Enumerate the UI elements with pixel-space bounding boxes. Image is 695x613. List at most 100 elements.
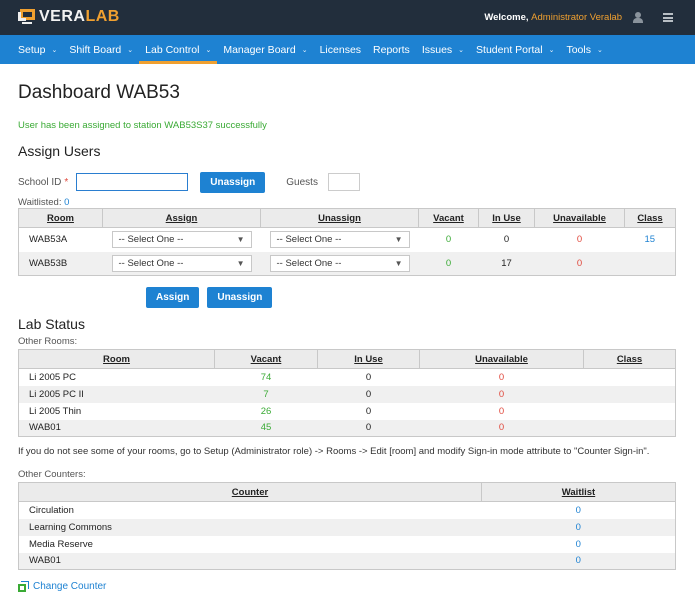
room-name: Li 2005 PC II (18, 385, 215, 403)
vacant-value[interactable]: 7 (214, 385, 318, 403)
assign-select[interactable]: -- Select One -- ▼ (111, 254, 252, 272)
in-use-value: 0 (503, 234, 510, 246)
top-bar: VERALAB Welcome, Administrator Veralab (0, 0, 695, 35)
col-waitlist[interactable]: Waitlist (481, 482, 676, 502)
vacant-value[interactable]: 45 (214, 419, 318, 437)
col-vacant[interactable]: Vacant (214, 349, 318, 369)
table-row: Li 2005 PC II 7 0 0 (18, 385, 676, 403)
table-row: WAB01 45 0 0 (18, 419, 676, 437)
unavailable-value[interactable]: 0 (419, 385, 584, 403)
dropdown-arrow-icon: ▼ (394, 235, 403, 245)
waitlist-value[interactable]: 0 (482, 536, 676, 553)
in-use-value: 0 (365, 405, 372, 417)
other-rooms-label: Other Rooms: (18, 336, 78, 347)
logo-text-lab: LAB (85, 8, 120, 25)
waitlist-value[interactable]: 0 (482, 502, 676, 519)
class-value (583, 385, 676, 403)
school-id-input[interactable] (76, 173, 189, 191)
chevron-down-icon: ⌄ (301, 46, 308, 54)
col-class[interactable]: Class (583, 349, 676, 369)
table-row: Li 2005 Thin 26 0 0 (19, 403, 676, 420)
col-counter[interactable]: Counter (18, 482, 482, 502)
other-rooms-table: Room Vacant In Use Unavailable Class Li … (18, 349, 676, 437)
in-use-value: 0 (365, 371, 372, 383)
waitlist-value[interactable]: 0 (481, 552, 676, 570)
assign-button[interactable]: Assign (146, 287, 200, 308)
page-title: Dashboard WAB53 (18, 82, 180, 103)
nav-student-portal[interactable]: Student Portal ⌄ (470, 35, 560, 64)
in-use-value: 17 (478, 251, 535, 276)
user-name-link[interactable]: Administrator Veralab (531, 12, 622, 23)
vacant-value[interactable]: 26 (215, 403, 318, 420)
counter-name: Circulation (29, 504, 74, 516)
chevron-down-icon: ⌄ (548, 46, 555, 54)
rooms-help-note: If you do not see some of your rooms, go… (18, 446, 650, 457)
col-assign[interactable]: Assign (102, 208, 261, 228)
veralab-logo[interactable]: VERALAB (18, 8, 120, 26)
vacant-value[interactable]: 74 (215, 369, 318, 386)
school-id-label: School ID * (18, 176, 69, 188)
other-counters-label: Other Counters: (18, 469, 86, 480)
waitlist-value[interactable]: 0 (481, 518, 676, 536)
waitlisted-value: 0 (64, 197, 70, 208)
nav-shift-board[interactable]: Shift Board ⌄ (63, 35, 139, 64)
unassign-select[interactable]: -- Select One -- ▼ (269, 254, 410, 272)
vacant-value[interactable]: 0 (418, 251, 479, 276)
nav-manager-board[interactable]: Manager Board ⌄ (217, 35, 313, 64)
main-nav: Setup ⌄ Shift Board ⌄ Lab Control ⌄ Manager… (0, 35, 695, 64)
class-value[interactable]: 15 (625, 228, 676, 252)
col-room[interactable]: Room (18, 208, 103, 228)
col-unassign[interactable]: Unassign (260, 208, 419, 228)
hamburger-menu-icon[interactable] (663, 13, 673, 22)
logo-text-vera: VERA (39, 8, 86, 25)
room-name: WAB53A (29, 234, 68, 246)
table-row: Circulation 0 (19, 502, 676, 519)
user-icon[interactable] (633, 12, 643, 23)
change-counter-icon (18, 581, 29, 592)
col-unavailable[interactable]: Unavailable (419, 349, 584, 369)
vacant-value[interactable]: 0 (419, 228, 479, 252)
col-in-use[interactable]: In Use (478, 208, 535, 228)
counter-name: Learning Commons (18, 518, 482, 536)
unavailable-value[interactable]: 0 (420, 369, 584, 386)
nav-reports[interactable]: Reports (367, 35, 416, 64)
unavailable-value[interactable]: 0 (535, 228, 625, 252)
assign-select[interactable]: -- Select One -- ▼ (111, 231, 252, 249)
unavailable-value[interactable]: 0 (419, 419, 584, 437)
nav-licenses[interactable]: Licenses (314, 35, 367, 64)
welcome-text: Welcome, Administrator Veralab (484, 12, 622, 23)
col-in-use[interactable]: In Use (317, 349, 420, 369)
monitor-logo-icon (18, 9, 36, 25)
nav-issues[interactable]: Issues ⌄ (416, 35, 470, 64)
unavailable-value[interactable]: 0 (420, 403, 584, 420)
unassign-school-id-button[interactable]: Unassign (200, 171, 266, 193)
room-name: WAB53B (18, 251, 103, 276)
chevron-down-icon: ⌄ (205, 46, 212, 54)
change-counter-link[interactable]: Change Counter (18, 581, 677, 592)
col-vacant[interactable]: Vacant (418, 208, 479, 228)
guests-input[interactable] (327, 173, 360, 191)
in-use-value: 0 (317, 419, 420, 437)
assign-table: Room Assign Unassign Vacant In Use Unava… (18, 208, 676, 276)
chevron-down-icon: ⌄ (458, 46, 465, 54)
nav-lab-control[interactable]: Lab Control ⌄ (139, 35, 218, 64)
col-room[interactable]: Room (18, 349, 215, 369)
unassign-button[interactable]: Unassign (207, 287, 273, 308)
unavailable-value[interactable]: 0 (534, 251, 625, 276)
dropdown-arrow-icon: ▼ (236, 235, 245, 245)
table-row: Learning Commons 0 (18, 518, 676, 536)
room-name: Li 2005 PC (29, 371, 77, 383)
success-message: User has been assigned to station WAB53S… (18, 120, 267, 131)
chevron-down-icon: ⌄ (596, 46, 603, 54)
unassign-select[interactable]: -- Select One -- ▼ (269, 231, 410, 249)
table-row: WAB01 0 (18, 552, 676, 570)
col-class[interactable]: Class (624, 208, 676, 228)
col-unavailable[interactable]: Unavailable (534, 208, 625, 228)
nav-setup[interactable]: Setup ⌄ (12, 35, 63, 64)
nav-tools[interactable]: Tools ⌄ (560, 35, 608, 64)
class-value[interactable] (624, 251, 676, 276)
chevron-down-icon: ⌄ (51, 46, 58, 54)
counter-name: Media Reserve (29, 538, 93, 550)
table-row: Li 2005 PC 74 0 0 (19, 369, 676, 386)
class-value (583, 419, 676, 437)
